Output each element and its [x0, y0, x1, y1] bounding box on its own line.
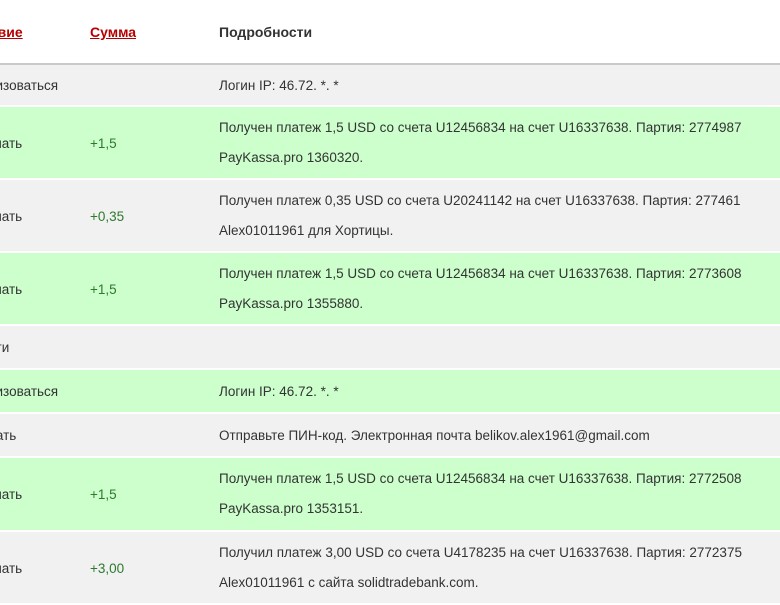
- details-line-2: Alex01011961 для Хортицы.: [219, 223, 394, 238]
- details-line-2: PayKassa.pro 1355880.: [219, 296, 364, 311]
- transaction-history-table: ствие Сумма Подробности ризоваться Логин …: [0, 0, 780, 605]
- table-body: ризоваться Логин IP: 46.72. *. * учать +1,5…: [0, 65, 780, 605]
- action-cell: учать: [0, 209, 23, 224]
- table-row: йти: [0, 326, 780, 370]
- column-header-action-link[interactable]: ствие: [0, 24, 23, 40]
- table-row: лать Отправьте ПИН-код. Электронная почта…: [0, 414, 780, 458]
- action-cell: учать: [0, 487, 23, 502]
- details-line-2: PayKassa.pro 1353151.: [219, 501, 364, 516]
- action-cell: учать: [0, 561, 23, 576]
- table-row: учать +0,35 Получен платеж 0,35 USD со сче…: [0, 180, 780, 253]
- amount-cell: +1,5: [90, 487, 117, 502]
- action-cell: учать: [0, 282, 23, 297]
- action-cell: йти: [0, 340, 10, 355]
- details-line-1: Получен платеж 0,35 USD со счета U202411…: [219, 193, 741, 208]
- table-row: учать +1,5 Получен платеж 1,5 USD со счета…: [0, 458, 780, 532]
- details-line-1: Получен платеж 1,5 USD со счета U1245683…: [219, 471, 742, 486]
- details-line-2: PayKassa.pro 1360320.: [219, 150, 364, 165]
- details-cell: Логин IP: 46.72. *. *: [219, 384, 339, 399]
- amount-cell: +0,35: [90, 209, 125, 224]
- details-line-1: Получен платеж 1,5 USD со счета U1245683…: [219, 120, 742, 135]
- table-header: ствие Сумма Подробности: [0, 0, 780, 65]
- action-cell: ризоваться: [0, 384, 59, 399]
- details-line-2: Alex01011961 с сайта solidtradebank.com.: [219, 575, 479, 590]
- table-row: учать +1,5 Получен платеж 1,5 USD со счета…: [0, 253, 780, 326]
- table-row: учать +1,5 Получен платеж 1,5 USD со счета…: [0, 107, 780, 180]
- amount-cell: +1,5: [90, 282, 117, 297]
- column-header-amount-link[interactable]: Сумма: [90, 24, 136, 40]
- action-cell: ризоваться: [0, 78, 59, 93]
- amount-cell: +3,00: [90, 561, 125, 576]
- column-header-details: Подробности: [219, 24, 313, 40]
- details-cell: Логин IP: 46.72. *. *: [219, 78, 339, 93]
- details-cell: Отправьте ПИН-код. Электронная почта bel…: [219, 428, 650, 443]
- table-row: ризоваться Логин IP: 46.72. *. *: [0, 370, 780, 414]
- table-row: ризоваться Логин IP: 46.72. *. *: [0, 65, 780, 107]
- action-cell: учать: [0, 136, 23, 151]
- action-cell: лать: [0, 428, 17, 443]
- details-line-1: Получил платеж 3,00 USD со счета U417823…: [219, 545, 742, 560]
- table-row: учать +3,00 Получил платеж 3,00 USD со сче…: [0, 532, 780, 605]
- amount-cell: +1,5: [90, 136, 117, 151]
- details-line-1: Получен платеж 1,5 USD со счета U1245683…: [219, 266, 742, 281]
